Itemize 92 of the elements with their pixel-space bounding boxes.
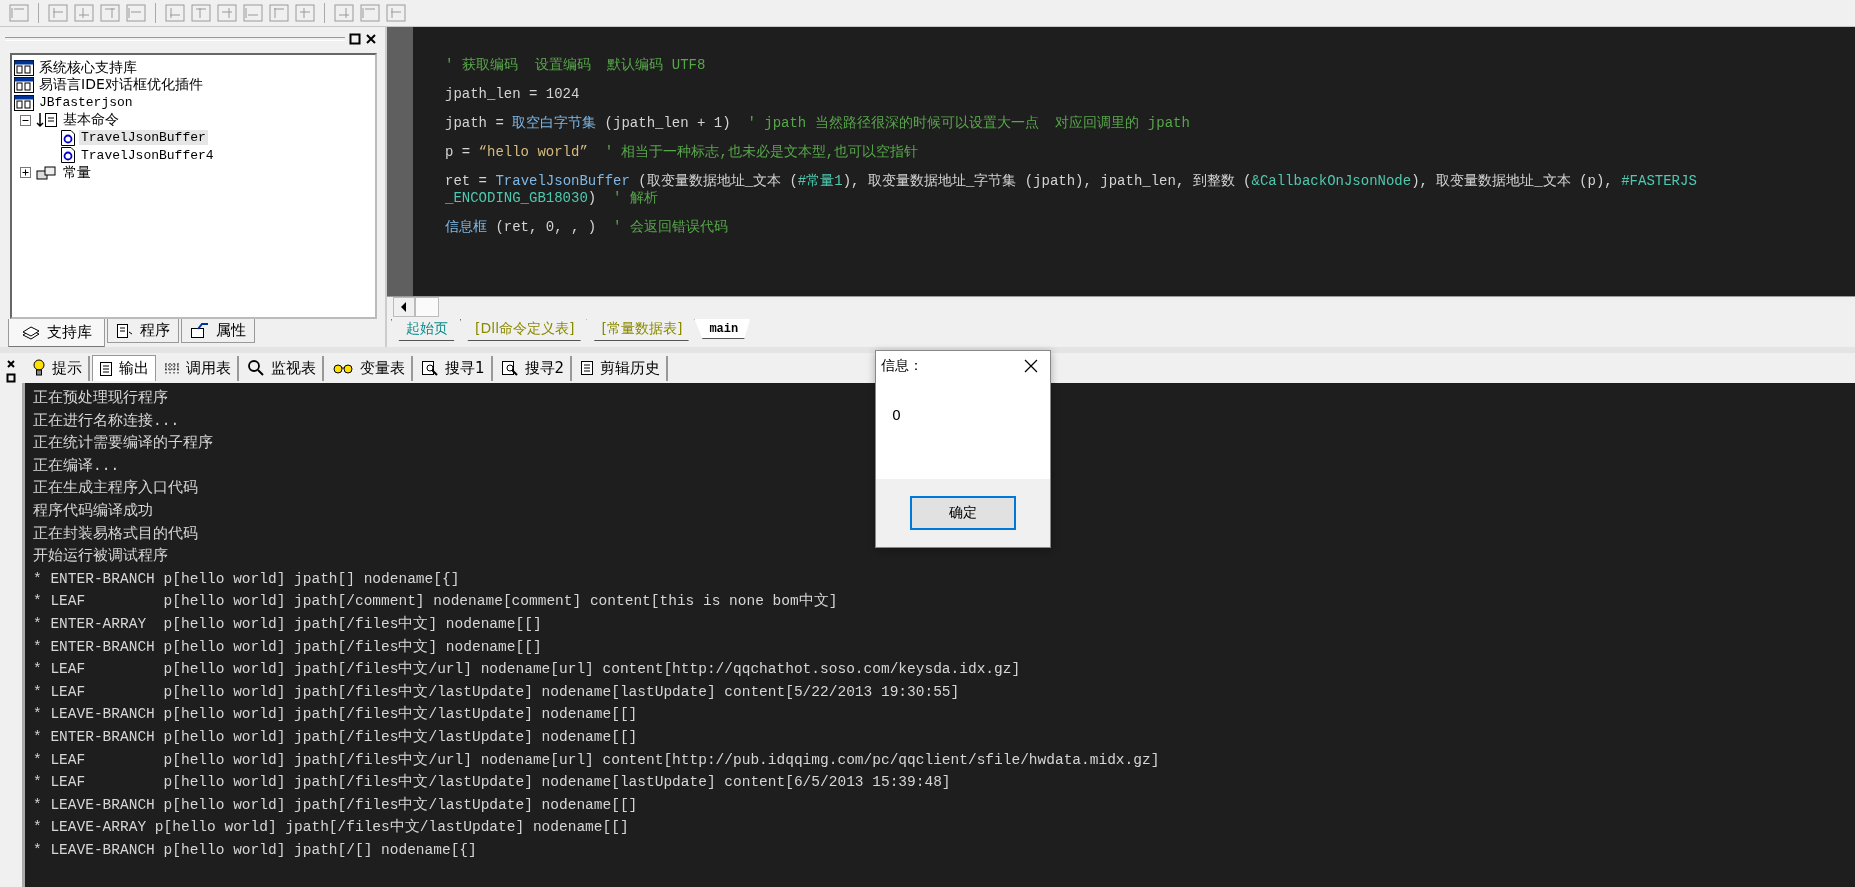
code-line: jpath = 取空白字节集 (jpath_len + 1) ' jpath 当然路径很深的时候可以设置大一点 对应回调里的 jpath <box>445 115 1190 132</box>
output-line: * LEAVE-BRANCH p[hello world] jpath[/files中文/lastUpdate] nodename[[] <box>33 795 638 815</box>
document-search-icon <box>500 360 519 376</box>
layout-icon[interactable] <box>99 3 121 23</box>
books-icon <box>21 324 41 341</box>
tree-item[interactable]: JBfasterjson <box>37 95 135 111</box>
panel-tab[interactable]: 属性 <box>181 319 255 343</box>
output-line: 正在封装易格式目的代码 <box>33 524 198 544</box>
output-line: 程序代码编译成功 <box>33 501 153 521</box>
code-line: p = “hello world” ' 相当于一种标志,也未必是文本型,也可以空指针 <box>445 144 919 161</box>
expand-icon[interactable] <box>20 167 31 179</box>
panel-tab[interactable]: 程序 <box>107 319 179 343</box>
output-line: * LEAVE-BRANCH p[hello world] jpath[/files中文/lastUpdate] nodename[[] <box>33 704 638 725</box>
output-line: * LEAF p[hello world] jpath[/files中文/url] nodename[url] content[http://pub.idqqimg.com/pc/qqclient/sfile/hwdata.midx.gz] <box>33 750 1160 770</box>
dialog-title: 信息： <box>881 357 923 375</box>
output-tab[interactable]: 剪辑历史 <box>574 355 669 381</box>
close-icon[interactable] <box>1024 359 1038 373</box>
document-icon <box>580 360 595 376</box>
output-line: 正在预处理现行程序 <box>33 388 168 408</box>
document-icon <box>99 360 113 377</box>
output-tab[interactable]: 监视表 <box>241 355 324 381</box>
output-line: * ENTER-BRANCH p[hello world] jpath[/files中文/lastUpdate] nodename[[] <box>33 727 638 747</box>
tree-item[interactable]: TravelJsonBuffer4 <box>79 147 216 163</box>
method-icon <box>60 128 76 147</box>
book-icon <box>14 77 34 94</box>
output-tab[interactable]: 提示 <box>26 355 90 381</box>
layout-icon[interactable] <box>47 3 69 23</box>
layout-icon[interactable] <box>333 3 355 23</box>
code-line: ' 获取编码 设置编码 默认编码 UTF8 <box>445 57 706 74</box>
tree-item[interactable]: TravelJsonBuffer <box>79 130 208 146</box>
output-line: * LEAF p[hello world] jpath[/comment] nodename[comment] content[this is none bom中文] <box>33 591 838 612</box>
output-tab[interactable]: 调用表 <box>158 355 239 381</box>
code-line: ret = TravelJsonBuffer (取变量数据地址_文本 (#常量1), 取变量数据地址_字节集 (jpath), jpath_len, 到整数 (&CallbackOnJsonNode), 取变量数据地址_文本 (p), #FASTERJS <box>445 173 1697 190</box>
file-tab[interactable]: main <box>694 319 751 339</box>
glasses-icon <box>332 361 354 375</box>
document-search-icon <box>421 360 439 376</box>
code-line: jpath_len = 1024 <box>445 86 580 103</box>
horizontal-scrollbar[interactable] <box>387 296 1855 317</box>
output-line: * LEAF p[hello world] jpath[/files中文/lastUpdate] nodename[lastUpdate] content[6/5/2013 15:39:48] <box>33 772 951 793</box>
layout-icon[interactable] <box>268 3 290 23</box>
output-line: 开始运行被调试程序 <box>33 546 168 567</box>
tree-item[interactable]: 系统核心支持库 <box>37 58 139 77</box>
layout-icon[interactable] <box>294 3 316 23</box>
code-line: _ENCODING_GB18030) ' 解析 <box>445 190 658 207</box>
output-line: * LEAF p[hello world] jpath[/files中文/url] nodename[url] content[http://qqchathot.soso.com/keysda.idx.gz] <box>33 659 1021 680</box>
layout-icon[interactable] <box>385 3 407 23</box>
output-tab[interactable]: 变量表 <box>326 355 413 381</box>
scroll-left-icon[interactable] <box>393 297 415 317</box>
layout-icon[interactable] <box>242 3 264 23</box>
tree-item[interactable]: 易语言IDE对话框优化插件 <box>37 76 205 95</box>
layout-icon[interactable] <box>125 3 147 23</box>
module-icon <box>36 112 58 129</box>
code-line: 信息框 (ret, 0, , ) ' 会返回错误代码 <box>445 219 728 236</box>
layout-icon[interactable] <box>8 3 30 23</box>
panel-tab[interactable]: 支持库 <box>8 319 105 348</box>
output-line: * ENTER-ARRAY p[hello world] jpath[/files中文] nodename[[] <box>33 614 542 634</box>
document-icon <box>116 322 134 339</box>
search-icon <box>247 359 265 377</box>
constants-icon <box>36 164 58 181</box>
tree-item[interactable]: 常量 <box>61 163 93 182</box>
grid-icon <box>164 361 180 375</box>
tree-item[interactable]: 基本命令 <box>61 111 121 130</box>
output-line: * LEAVE-ARRAY p[hello world] jpath[/files中文/lastUpdate] nodename[[] <box>33 817 629 838</box>
restore-icon[interactable] <box>349 33 361 45</box>
output-line: * LEAVE-BRANCH p[hello world] jpath[/[] nodename[{] <box>33 840 477 860</box>
output-line: 正在进行名称连接... <box>33 411 180 431</box>
layout-icon[interactable] <box>190 3 212 23</box>
dialog-message: 0 <box>892 407 901 423</box>
output-line: * LEAF p[hello world] jpath[/files中文/lastUpdate] nodename[lastUpdate] content[5/22/2013 19:30:55] <box>33 682 960 702</box>
output-tab[interactable]: 输出 <box>92 355 156 381</box>
book-icon <box>14 59 34 76</box>
layout-icon[interactable] <box>359 3 381 23</box>
book-icon <box>14 94 34 111</box>
properties-icon <box>190 322 210 339</box>
output-tab[interactable]: 搜寻1 <box>415 355 493 381</box>
output-line: 正在生成主程序入口代码 <box>33 478 198 499</box>
output-line: 正在统计需要编译的子程序 <box>33 433 213 454</box>
lightbulb-icon <box>32 359 46 377</box>
layout-icon[interactable] <box>73 3 95 23</box>
output-tab[interactable]: 搜寻2 <box>494 355 573 381</box>
scrollbar-thumb[interactable] <box>415 297 439 317</box>
collapse-icon[interactable] <box>20 114 31 126</box>
layout-icon[interactable] <box>164 3 186 23</box>
method-icon <box>60 146 76 165</box>
layout-icon[interactable] <box>216 3 238 23</box>
close-icon[interactable] <box>365 33 377 45</box>
close-icon[interactable] <box>6 359 16 369</box>
output-line: * ENTER-BRANCH p[hello world] jpath[] nodename[{] <box>33 569 460 589</box>
output-line: * ENTER-BRANCH p[hello world] jpath[/files中文] nodename[[] <box>33 637 542 657</box>
ok-button[interactable]: 确定 <box>910 496 1016 530</box>
output-line: 正在编译... <box>33 456 120 476</box>
restore-icon[interactable] <box>6 373 16 383</box>
